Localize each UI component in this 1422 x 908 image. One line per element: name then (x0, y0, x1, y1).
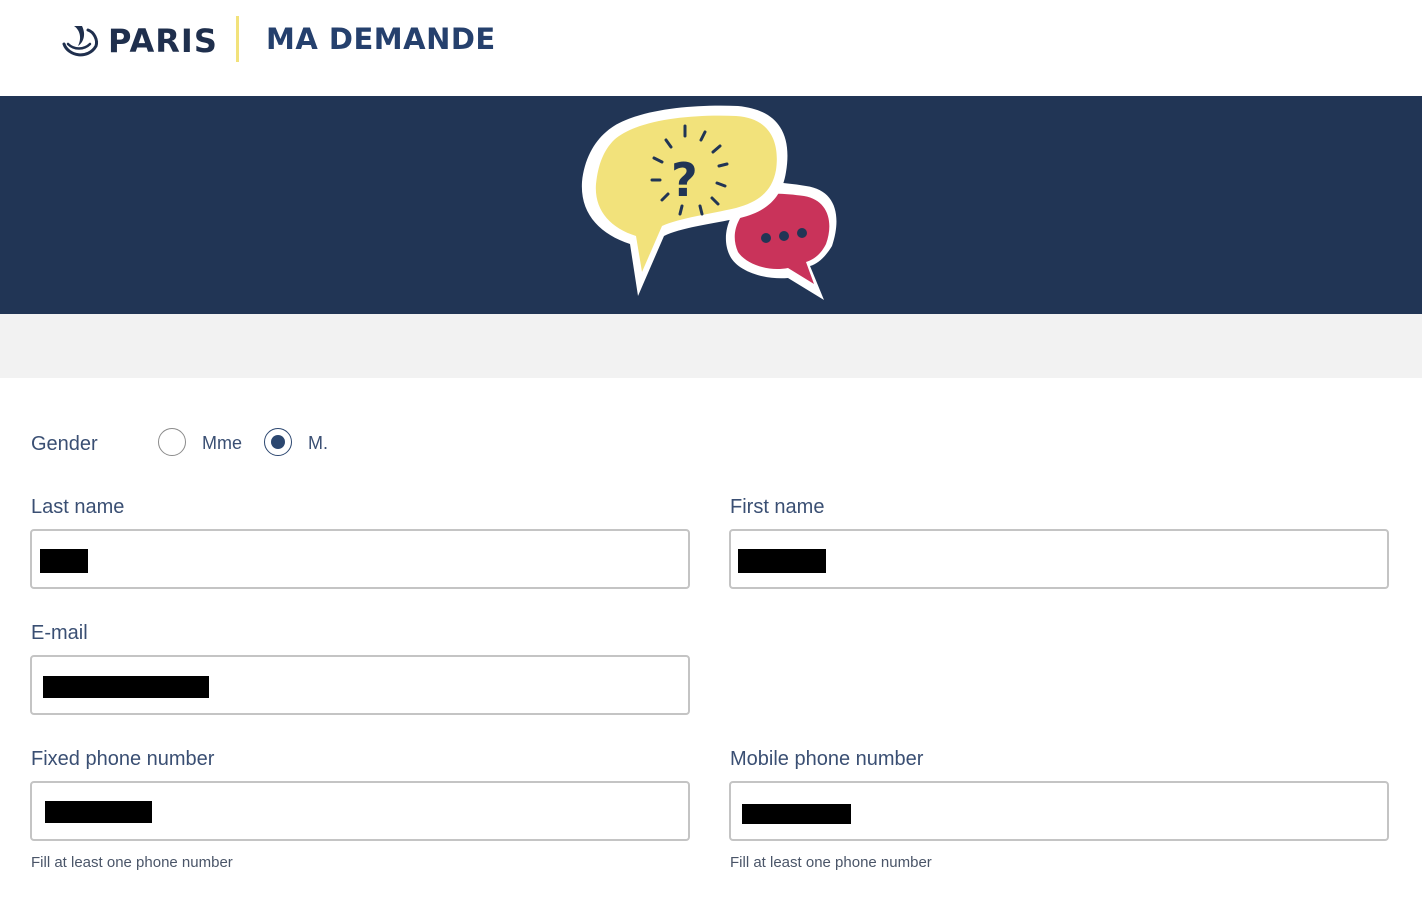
paris-ship-logo-icon (62, 26, 98, 57)
gender-radio-m[interactable] (264, 428, 292, 456)
fixed-phone-field[interactable]: █████████ (30, 781, 690, 841)
mobile-phone-hint: Fill at least one phone number (730, 854, 932, 871)
first-name-field[interactable]: ██████ (729, 529, 1389, 589)
fixed-phone-hint: Fill at least one phone number (31, 854, 233, 871)
email-label: E-mail (31, 622, 88, 644)
fixed-phone-label: Fixed phone number (31, 748, 215, 770)
svg-text:?: ? (671, 153, 698, 207)
mobile-phone-label: Mobile phone number (730, 748, 924, 770)
fixed-phone-value: █████████ (45, 801, 152, 823)
brand-name: PARIS (108, 22, 218, 60)
gender-radio-mme[interactable] (158, 428, 186, 456)
section-band (0, 314, 1422, 379)
last-name-label: Last name (31, 496, 125, 518)
first-name-value: ██████ (738, 549, 826, 573)
hero-banner: ? (0, 96, 1422, 314)
gender-option-m-label[interactable]: M. (308, 433, 328, 454)
last-name-field[interactable]: ███ (30, 529, 690, 589)
email-field[interactable]: ██████████████ (30, 655, 690, 715)
header-divider (236, 16, 239, 62)
paris-logo[interactable]: PARIS (60, 20, 218, 62)
page-title: MA DEMANDE (266, 22, 496, 56)
gender-option-mme-label[interactable]: Mme (202, 433, 242, 454)
email-value: ██████████████ (43, 676, 209, 698)
mobile-phone-value: █████████ (742, 804, 851, 824)
first-name-label: First name (730, 496, 825, 518)
mobile-phone-field[interactable]: █████████ (729, 781, 1389, 841)
last-name-value: ███ (40, 549, 88, 573)
speech-bubbles-question-icon: ? (581, 105, 837, 300)
gender-label: Gender (31, 433, 98, 455)
top-header: PARIS MA DEMANDE (0, 0, 1422, 96)
contact-form: Gender Mme M. Last name ███ First name █… (0, 378, 1422, 908)
